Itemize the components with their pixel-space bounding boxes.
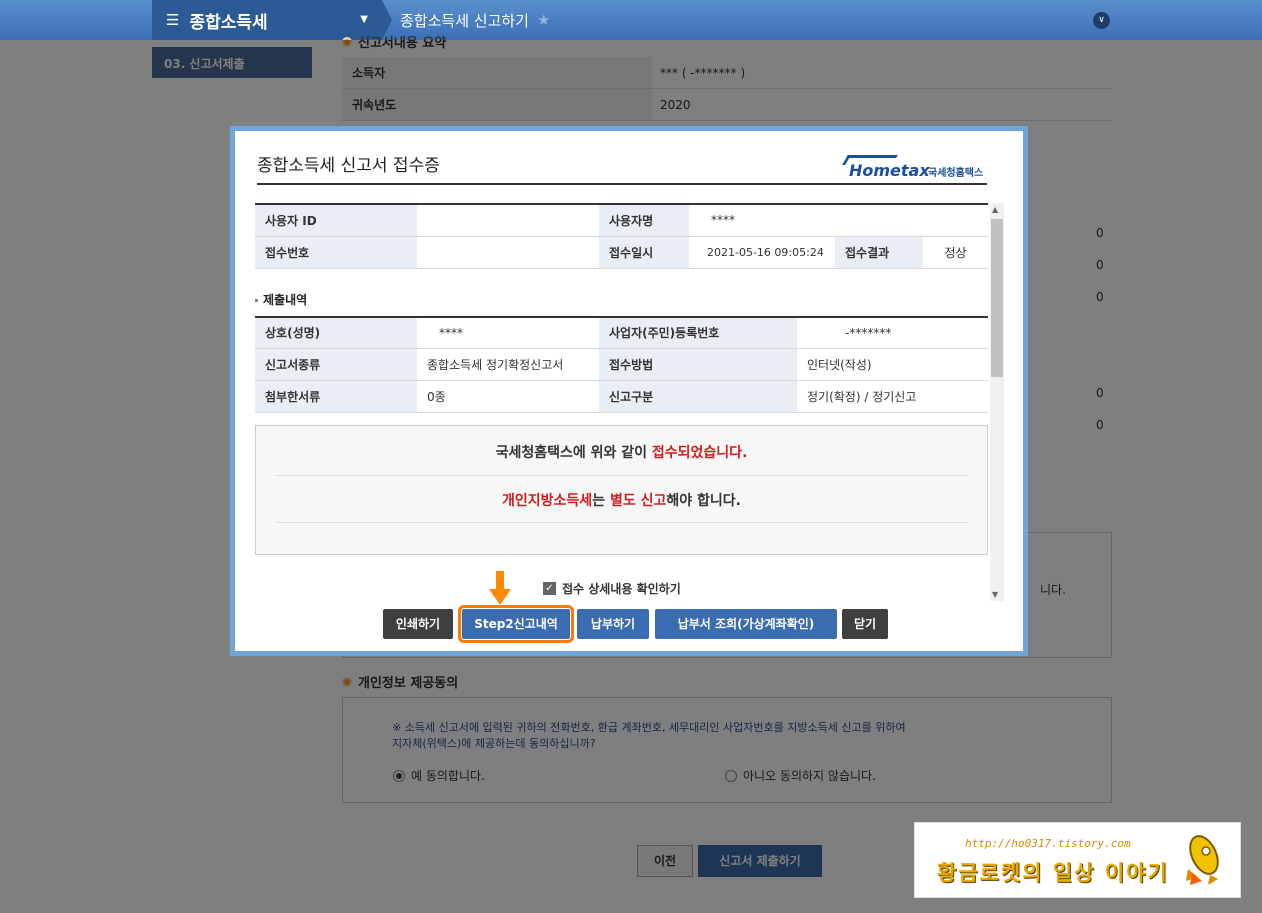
table-row: 접수번호 접수일시 2021-05-16 09:05:24 접수결과 정상 bbox=[255, 236, 988, 269]
scroll-up-icon[interactable]: ▲ bbox=[992, 205, 998, 214]
return-type-value: 종합소득세 정기확정신고서 bbox=[417, 348, 599, 381]
bullet-icon bbox=[255, 298, 258, 302]
attachments-value: 0종 bbox=[417, 380, 599, 413]
checkbox-checked-icon[interactable]: ✓ bbox=[543, 582, 556, 595]
reg-number-value: -******* bbox=[797, 316, 988, 349]
scroll-thumb[interactable] bbox=[991, 219, 1003, 377]
watermark-url: http://ho0317.tistory.com bbox=[965, 837, 1131, 850]
receipt-info-table: 사용자 ID 사용자명 **** 접수번호 접수일시 2021-05-16 09… bbox=[255, 203, 988, 269]
divider bbox=[276, 522, 969, 523]
receipt-modal: 종합소득세 신고서 접수증 Hometax 국세청홈택스 사용자 ID 사용자명… bbox=[230, 126, 1028, 656]
notice-text: 해야 합니다. bbox=[666, 493, 741, 509]
divider bbox=[276, 475, 969, 476]
category-value: 정기(확정) / 정기신고 bbox=[797, 380, 988, 413]
user-id-label: 사용자 ID bbox=[255, 204, 417, 237]
view-bill-button[interactable]: 납부서 조회(가상계좌확인) bbox=[655, 609, 837, 639]
scroll-down-icon[interactable]: ▼ bbox=[992, 590, 998, 599]
return-type-label: 신고서종류 bbox=[255, 348, 417, 381]
notice-text: 는 bbox=[592, 493, 610, 509]
result-value: 정상 bbox=[923, 236, 988, 269]
logo-text: Hometax bbox=[849, 161, 930, 180]
pointer-arrow-icon bbox=[489, 571, 511, 605]
favorite-star-icon[interactable]: ★ bbox=[537, 11, 550, 29]
notice-highlight: 개인지방소득세 bbox=[502, 493, 593, 509]
modal-title: 종합소득세 신고서 접수증 bbox=[257, 156, 440, 176]
user-id-value bbox=[417, 204, 599, 237]
confirm-detail-checkbox[interactable]: ✓ 접수 상세내용 확인하기 bbox=[543, 580, 681, 597]
receipt-notice-box: 국세청홈택스에 위와 같이 접수되었습니다. 개인지방소득세는 별도 신고해야 … bbox=[255, 425, 988, 555]
table-row: 첨부한서류 0종 신고구분 정기(확정) / 정기신고 bbox=[255, 380, 988, 413]
menu-label: 종합소득세 bbox=[189, 12, 268, 33]
name-value: **** bbox=[417, 316, 599, 349]
submission-title-text: 제출내역 bbox=[263, 292, 308, 307]
modal-scrollbar[interactable]: ▲ ▼ bbox=[990, 203, 1004, 601]
receipt-no-label: 접수번호 bbox=[255, 236, 417, 269]
result-label: 접수결과 bbox=[835, 236, 923, 269]
watermark-blog-name: 황금로켓의 일상 이야기 bbox=[937, 861, 1169, 885]
hamburger-icon: ☰ bbox=[166, 11, 180, 29]
rocket-icon bbox=[1186, 835, 1219, 885]
category-label: 신고구분 bbox=[599, 380, 797, 413]
close-button[interactable]: 닫기 bbox=[842, 609, 888, 639]
hometax-logo: Hometax 국세청홈택스 bbox=[842, 151, 989, 185]
receipt-date-value: 2021-05-16 09:05:24 bbox=[689, 236, 835, 269]
user-name-value: **** bbox=[689, 204, 988, 237]
table-row: 상호(성명) **** 사업자(주민)등록번호 -******* bbox=[255, 316, 988, 349]
notice-highlight: 접수되었습니다. bbox=[651, 445, 748, 461]
breadcrumb-label: 종합소득세 신고하기 bbox=[400, 11, 529, 30]
submission-section-title: 제출내역 bbox=[255, 291, 988, 308]
receipt-date-label: 접수일시 bbox=[599, 236, 689, 269]
method-value: 인터넷(작성) bbox=[797, 348, 988, 381]
method-label: 접수방법 bbox=[599, 348, 797, 381]
blog-watermark: http://ho0317.tistory.com 황금로켓의 일상 이야기 bbox=[914, 822, 1241, 898]
print-button[interactable]: 인쇄하기 bbox=[383, 609, 453, 639]
caret-down-icon: ▼ bbox=[360, 14, 368, 25]
notice-line-2: 개인지방소득세는 별도 신고해야 합니다. bbox=[256, 490, 987, 510]
table-row: 신고서종류 종합소득세 정기확정신고서 접수방법 인터넷(작성) bbox=[255, 348, 988, 381]
pay-button[interactable]: 납부하기 bbox=[577, 609, 649, 639]
name-label: 상호(성명) bbox=[255, 316, 417, 349]
confirm-detail-label: 접수 상세내용 확인하기 bbox=[562, 582, 681, 596]
attachments-label: 첨부한서류 bbox=[255, 380, 417, 413]
step2-return-button[interactable]: Step2신고내역 bbox=[458, 605, 574, 643]
notice-highlight: 별도 신고 bbox=[609, 493, 667, 509]
logo-subtext: 국세청홈택스 bbox=[928, 168, 984, 179]
user-name-label: 사용자명 bbox=[599, 204, 689, 237]
notice-text: 국세청홈택스에 위와 같이 bbox=[495, 445, 652, 461]
receipt-scroll-area[interactable]: 사용자 ID 사용자명 **** 접수번호 접수일시 2021-05-16 09… bbox=[255, 203, 988, 601]
top-bar: ☰ 종합소득세 ▼ 종합소득세 신고하기 ★ ∨ bbox=[0, 0, 1262, 40]
receipt-no-value bbox=[417, 236, 599, 269]
title-divider bbox=[257, 183, 987, 185]
reg-number-label: 사업자(주민)등록번호 bbox=[599, 316, 797, 349]
chevron-down-icon[interactable]: ∨ bbox=[1093, 12, 1110, 29]
submission-table: 상호(성명) **** 사업자(주민)등록번호 -******* 신고서종류 종… bbox=[255, 315, 988, 413]
table-row: 사용자 ID 사용자명 **** bbox=[255, 204, 988, 237]
notice-line-1: 국세청홈택스에 위와 같이 접수되었습니다. bbox=[256, 442, 987, 462]
